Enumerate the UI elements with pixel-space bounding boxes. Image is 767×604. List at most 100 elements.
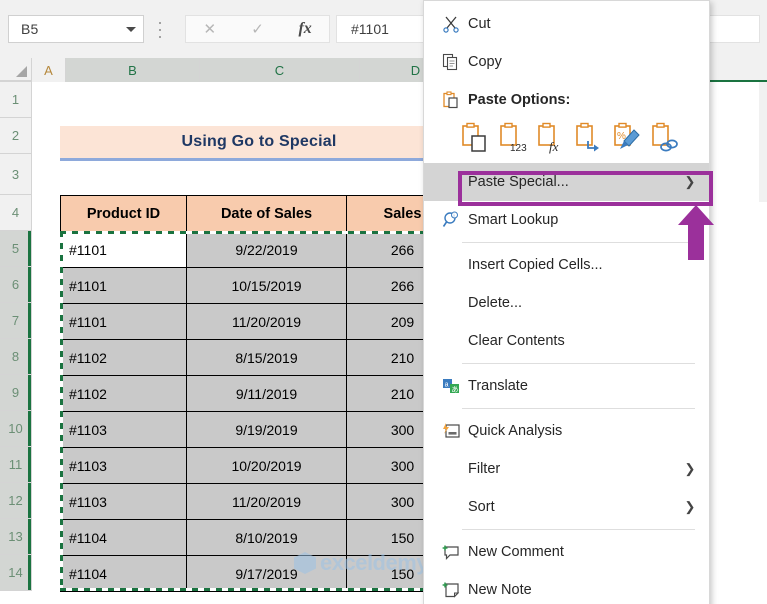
table-row[interactable]: #1103 11/20/2019 300 xyxy=(60,483,459,520)
check-icon[interactable]: ✓ xyxy=(238,22,276,37)
menu-item-clear-contents[interactable]: Clear Contents xyxy=(424,322,709,360)
cell-product-id[interactable]: #1101 xyxy=(60,231,187,268)
menu-item-quick-analysis[interactable]: Quick Analysis xyxy=(424,412,709,450)
cell-date[interactable]: 9/11/2019 xyxy=(186,375,347,412)
row-header-14[interactable]: 14 xyxy=(0,555,32,591)
menu-item-paste-special[interactable]: Paste Special... ❯ xyxy=(424,163,709,201)
cell-product-id[interactable]: #1104 xyxy=(60,555,187,592)
paste-values-icon[interactable]: 123 xyxy=(498,122,528,154)
cell-product-id[interactable]: #1102 xyxy=(60,375,187,412)
paste-options-strip: 123 fx % xyxy=(424,119,709,163)
row-header-6[interactable]: 6 xyxy=(0,267,32,303)
table-row[interactable]: #1102 9/11/2019 210 xyxy=(60,375,459,412)
paste-all-icon[interactable] xyxy=(460,122,490,154)
table-row[interactable]: #1104 8/10/2019 150 xyxy=(60,519,459,556)
cell-date[interactable]: 11/20/2019 xyxy=(186,303,347,340)
fx-icon[interactable]: fx xyxy=(286,21,324,37)
cell-product-id[interactable]: #1103 xyxy=(60,447,187,484)
row-header-12[interactable]: 12 xyxy=(0,483,32,519)
cell-date[interactable]: 9/19/2019 xyxy=(186,411,347,448)
column-header-c[interactable]: C xyxy=(200,58,360,82)
menu-item-translate[interactable]: a あ Translate xyxy=(424,367,709,405)
chevron-down-icon[interactable] xyxy=(119,16,143,42)
menu-item-label: Paste Special... xyxy=(468,174,569,190)
row-header-7[interactable]: 7 xyxy=(0,303,32,339)
row-header-13[interactable]: 13 xyxy=(0,519,32,555)
name-box-value: B5 xyxy=(21,21,39,37)
quick-analysis-icon xyxy=(434,419,468,443)
row-header-3[interactable]: 3 xyxy=(0,154,32,195)
empty-icon-slot xyxy=(434,170,468,194)
cell-product-id[interactable]: #1101 xyxy=(60,303,187,340)
menu-separator xyxy=(462,408,695,409)
cell-date[interactable]: 10/15/2019 xyxy=(186,267,347,304)
row-header-4[interactable]: 4 xyxy=(0,195,32,231)
menu-separator xyxy=(462,529,695,530)
clipboard-icon xyxy=(434,88,468,112)
menu-item-filter[interactable]: Filter ❯ xyxy=(424,450,709,488)
row-header-9[interactable]: 9 xyxy=(0,375,32,411)
empty-icon-slot xyxy=(434,329,468,353)
menu-item-label: Quick Analysis xyxy=(468,423,563,439)
column-header-a[interactable]: A xyxy=(32,58,66,82)
menu-item-sort[interactable]: Sort ❯ xyxy=(424,488,709,526)
menu-item-label: Copy xyxy=(468,54,502,70)
menu-item-smart-lookup[interactable]: i Smart Lookup xyxy=(424,201,709,239)
table-row[interactable]: #1104 9/17/2019 150 xyxy=(60,555,459,592)
table-row[interactable]: #1102 8/15/2019 210 xyxy=(60,339,459,376)
vertical-scrollbar[interactable] xyxy=(759,82,767,202)
table-body: #1101 9/22/2019 266 #1101 10/15/2019 266… xyxy=(60,231,459,592)
row-header-11[interactable]: 11 xyxy=(0,447,32,483)
menu-item-new-comment[interactable]: New Comment xyxy=(424,533,709,571)
context-menu: Cut Copy Paste Options: 123 fx % Paste S… xyxy=(423,0,710,604)
table-row[interactable]: #1101 11/20/2019 209 xyxy=(60,303,459,340)
x-icon[interactable]: ✕ xyxy=(191,22,229,37)
cell-product-id[interactable]: #1103 xyxy=(60,483,187,520)
table-row[interactable]: #1103 10/20/2019 300 xyxy=(60,447,459,484)
paste-formatting-icon[interactable]: % xyxy=(612,122,642,154)
menu-item-paste-options: Paste Options: xyxy=(424,81,709,119)
table-row[interactable]: #1101 9/22/2019 266 xyxy=(60,231,459,268)
name-box[interactable]: B5 xyxy=(8,15,144,43)
chevron-right-icon: ❯ xyxy=(684,499,696,514)
column-header-b[interactable]: B xyxy=(66,58,200,82)
cell-date[interactable]: 9/22/2019 xyxy=(186,231,347,268)
menu-item-cut[interactable]: Cut xyxy=(424,5,709,43)
cell-product-id[interactable]: #1101 xyxy=(60,267,187,304)
paste-formulas-icon[interactable]: fx xyxy=(536,122,566,154)
cell-product-id[interactable]: #1102 xyxy=(60,339,187,376)
cell-date[interactable]: 10/20/2019 xyxy=(186,447,347,484)
new-note-icon xyxy=(434,578,468,602)
menu-item-label: New Note xyxy=(468,582,532,598)
select-all-corner-icon[interactable] xyxy=(0,58,32,82)
paste-link-icon[interactable] xyxy=(650,122,680,154)
cell-date[interactable]: 8/15/2019 xyxy=(186,339,347,376)
chevron-right-icon: ❯ xyxy=(684,174,696,189)
table-row[interactable]: #1101 10/15/2019 266 xyxy=(60,267,459,304)
menu-item-insert-copied-cells[interactable]: Insert Copied Cells... xyxy=(424,246,709,284)
menu-item-delete[interactable]: Delete... xyxy=(424,284,709,322)
column-head-date-of-sales: Date of Sales xyxy=(186,195,347,232)
row-header-2[interactable]: 2 xyxy=(0,118,32,154)
cell-date[interactable]: 11/20/2019 xyxy=(186,483,347,520)
row-header-5[interactable]: 5 xyxy=(0,231,32,267)
svg-text:fx: fx xyxy=(549,139,559,154)
menu-item-label: Cut xyxy=(468,16,491,32)
cell-date[interactable]: 8/10/2019 xyxy=(186,519,347,556)
paste-transpose-icon[interactable] xyxy=(574,122,604,154)
scissors-icon xyxy=(434,12,468,36)
menu-item-new-note[interactable]: New Note xyxy=(424,571,709,604)
cell-date[interactable]: 9/17/2019 xyxy=(186,555,347,592)
menu-item-label: Filter xyxy=(468,461,501,477)
menu-item-copy[interactable]: Copy xyxy=(424,43,709,81)
row-header-10[interactable]: 10 xyxy=(0,411,32,447)
kebab-menu-icon[interactable] xyxy=(155,22,165,38)
menu-separator xyxy=(462,242,695,243)
table-row[interactable]: #1103 9/19/2019 300 xyxy=(60,411,459,448)
row-header-1[interactable]: 1 xyxy=(0,82,32,118)
row-header-8[interactable]: 8 xyxy=(0,339,32,375)
table-header-row: Product ID Date of Sales Sales xyxy=(60,195,459,232)
svg-text:123: 123 xyxy=(510,143,527,154)
cell-product-id[interactable]: #1104 xyxy=(60,519,187,556)
cell-product-id[interactable]: #1103 xyxy=(60,411,187,448)
